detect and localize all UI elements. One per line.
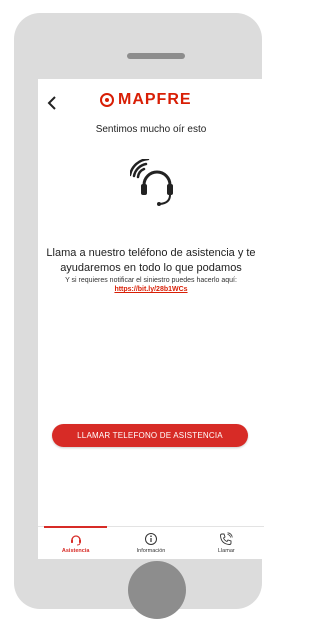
tab-asistencia[interactable]: Asistencia [38, 526, 113, 559]
home-button[interactable] [128, 561, 186, 619]
tab-llamar[interactable]: Llamar [189, 527, 264, 559]
headset-icon [70, 535, 81, 546]
tab-label: Asistencia [61, 548, 90, 554]
mapfre-logo-icon [100, 93, 114, 107]
mapfre-logo: MAPFRE [100, 91, 192, 109]
tab-label: Información [136, 548, 166, 554]
assistance-message: Llama a nuestro teléfono de asistencia y… [46, 247, 256, 274]
bottom-tab-bar: Asistencia Información Llamar [38, 526, 264, 559]
phone-speaker [127, 53, 185, 59]
tab-informacion[interactable]: Información [113, 527, 188, 559]
logo-text: MAPFRE [118, 91, 192, 108]
info-icon [144, 533, 157, 545]
phone-frame: MAPFRE Sentimos mucho oír esto Llama a n… [14, 13, 264, 619]
tab-label: Llamar [217, 548, 235, 554]
call-assistance-button[interactable]: LLAMAR TELEFONO DE ASISTENCIA [52, 424, 248, 447]
headset-illustration-icon [128, 157, 180, 209]
phone-icon [220, 532, 233, 545]
page-subtitle: Sentimos mucho oír esto [95, 124, 207, 135]
claim-link[interactable]: https://bit.ly/28b1WCs [42, 286, 260, 293]
app-screen: MAPFRE Sentimos mucho oír esto Llama a n… [38, 79, 264, 559]
claim-note: Y si requieres notificar el siniestro pu… [65, 277, 237, 284]
back-arrow-icon[interactable] [42, 93, 62, 113]
